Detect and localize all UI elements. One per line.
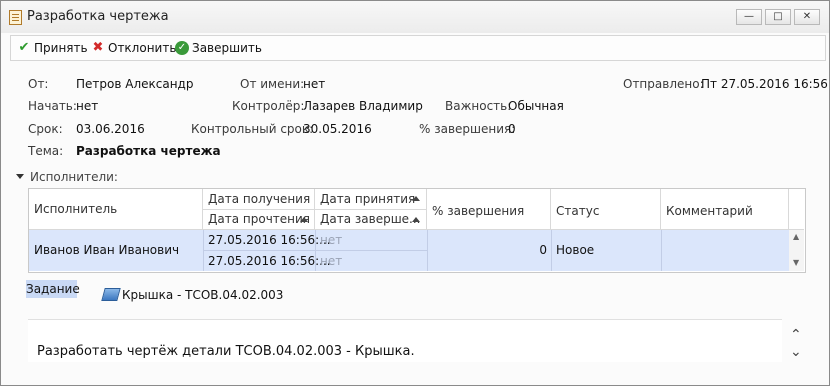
task-window: Разработка чертежа — □ ✕ ✔ Принять ✖ Отк… [0, 0, 830, 386]
subject-value: Разработка чертежа [76, 144, 221, 158]
accept-label: Принять [34, 41, 88, 55]
tab-task[interactable]: Задание [26, 280, 80, 298]
complete-icon: ✓ [175, 41, 189, 55]
column-header-comment[interactable]: Комментарий [661, 189, 789, 230]
column-header-received[interactable]: Дата получения [203, 189, 315, 210]
close-icon[interactable]: ✕ [794, 9, 820, 25]
started-label: Начать: [28, 99, 77, 113]
importance-label: Важность: [445, 99, 512, 113]
sort-up-icon [412, 217, 420, 222]
sort-up-icon [300, 217, 308, 222]
scroll-down-icon[interactable]: ▼ [793, 258, 799, 267]
status-cell: Новое [556, 243, 595, 257]
due-value: 03.06.2016 [76, 122, 145, 136]
accepted-cell: нет [320, 233, 343, 247]
percent-cell: 0 [539, 243, 547, 257]
sort-up-icon [412, 196, 420, 201]
control-due-label: Контрольный срок: [191, 122, 314, 136]
description-text: Разработать чертёж детали ТСОВ.04.02.003… [37, 344, 415, 359]
minimize-icon[interactable]: — [736, 9, 762, 25]
column-header-finished-label: Дата заверше... [320, 212, 421, 226]
executors-section-label[interactable]: Исполнители: [30, 170, 118, 184]
check-icon: ✔ [18, 40, 30, 55]
window-title: Разработка чертежа [27, 9, 169, 24]
part-icon [101, 288, 121, 301]
controller-label: Контролёр: [232, 99, 305, 113]
column-header-status[interactable]: Статус [551, 189, 661, 230]
control-due-value: 30.05.2016 [303, 122, 372, 136]
document-icon [9, 10, 22, 25]
scroll-up-icon[interactable]: ▲ [793, 232, 799, 241]
column-header-read[interactable]: Дата прочтения [203, 210, 315, 230]
chevron-down-icon[interactable]: ⌄ [790, 345, 802, 359]
importance-value: Обычная [508, 99, 564, 113]
from-label: От: [28, 77, 49, 91]
reject-button[interactable]: ✖ Отклонить [91, 40, 177, 56]
due-label: Срок: [28, 122, 63, 136]
controller-value: Лазарев Владимир [303, 99, 423, 113]
reject-label: Отклонить [108, 41, 177, 55]
complete-button[interactable]: ✓ Завершить [175, 40, 262, 56]
chevron-up-icon[interactable]: ⌃ [790, 328, 802, 342]
complete-label: Завершить [192, 41, 262, 55]
column-header-accepted-label: Дата принятия [320, 192, 416, 206]
column-header-finished[interactable]: Дата заверше... [315, 210, 427, 230]
from-value: Петров Александр [76, 77, 194, 91]
column-divider [661, 230, 662, 271]
percent-value: 0 [508, 122, 516, 136]
header-filler [789, 189, 804, 230]
finished-cell: нет [320, 254, 343, 268]
column-header-percent[interactable]: % завершения [427, 189, 551, 230]
attachment-link[interactable]: Крышка - ТСОВ.04.02.003 [122, 288, 283, 302]
column-header-accepted[interactable]: Дата принятия [315, 189, 427, 210]
x-icon: ✖ [92, 40, 104, 55]
toolbar: ✔ Принять ✖ Отклонить ✓ Завершить [10, 35, 826, 61]
on-behalf-value: нет [303, 77, 326, 91]
accept-button[interactable]: ✔ Принять [17, 40, 88, 56]
started-value: нет [76, 99, 99, 113]
column-header-executor[interactable]: Исполнитель [29, 189, 203, 230]
collapse-triangle-icon[interactable] [16, 174, 24, 179]
on-behalf-label: От имени: [240, 77, 305, 91]
executors-grid: Исполнитель Дата получения Дата прочтени… [28, 188, 806, 273]
subject-label: Тема: [28, 144, 64, 158]
executor-cell: Иванов Иван Иванович [34, 243, 180, 257]
column-header-read-label: Дата прочтения [208, 212, 311, 226]
title-bar[interactable]: Разработка чертежа — □ ✕ [1, 1, 829, 33]
percent-label: % завершения: [419, 122, 516, 136]
maximize-icon[interactable]: □ [765, 9, 791, 25]
received-cell: 27.05.2016 16:56:... [208, 233, 331, 247]
row-divider [203, 250, 427, 251]
read-cell: 27.05.2016 16:56:... [208, 254, 331, 268]
column-divider [551, 230, 552, 271]
table-row[interactable]: Иванов Иван Иванович 27.05.2016 16:56:..… [29, 230, 789, 271]
grid-scrollbar[interactable]: ▲ ▼ [789, 230, 804, 271]
sent-label: Отправлено: [623, 77, 704, 91]
sent-value: Пт 27.05.2016 16:56 [701, 77, 828, 91]
